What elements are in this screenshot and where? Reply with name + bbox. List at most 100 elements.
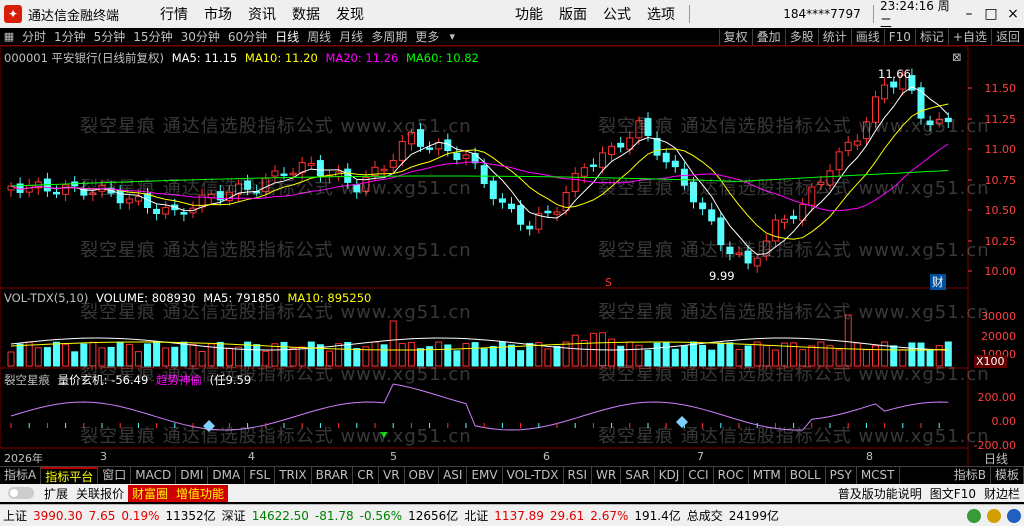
period-30min[interactable]: 30分钟 (177, 28, 224, 46)
menu-data[interactable]: 数据 (284, 4, 328, 24)
month-label: 4 (248, 450, 255, 463)
value-added-button[interactable]: 增值功能 (172, 484, 229, 502)
tab-cr[interactable]: CR (353, 467, 379, 484)
alert-icon[interactable] (987, 508, 1001, 523)
volume-bar (380, 344, 388, 367)
menu-function[interactable]: 功能 (507, 4, 551, 24)
menu-formula[interactable]: 公式 (595, 4, 639, 24)
minimize-icon[interactable]: – (958, 6, 980, 22)
volume-bar (371, 341, 379, 367)
month-label: 7 (697, 450, 704, 463)
tab-indicator-a[interactable]: 指标A (0, 467, 42, 484)
tab-rsi[interactable]: RSI (564, 467, 593, 484)
tab-sar[interactable]: SAR (621, 467, 655, 484)
candle-body (53, 191, 60, 195)
volume-bar (134, 351, 142, 367)
kline-chart[interactable] (0, 46, 1024, 466)
tab-emv[interactable]: EMV (467, 467, 503, 484)
sh-index-pct: 0.19% (121, 508, 160, 523)
menu-market[interactable]: 行情 (152, 4, 196, 24)
user-account[interactable]: 184****7797 (777, 7, 867, 21)
wealth-circle-button[interactable]: 财富圈 (128, 484, 173, 502)
tab-indicator-platform[interactable]: 指标平台 (41, 467, 99, 484)
f10-button[interactable]: F10 (883, 28, 915, 45)
menu-markets[interactable]: 市场 (196, 4, 240, 24)
period-1min[interactable]: 1分钟 (50, 28, 90, 46)
bj-index-name[interactable]: 北证 (464, 507, 488, 524)
extend-button[interactable]: 扩展 (40, 485, 72, 502)
period-60min[interactable]: 60分钟 (224, 28, 271, 46)
tab-kdj[interactable]: KDJ (655, 467, 685, 484)
tab-macd[interactable]: MACD (131, 467, 177, 484)
message-icon[interactable] (1007, 508, 1021, 523)
tab-boll[interactable]: BOLL (786, 467, 826, 484)
chevron-down-icon[interactable]: ▾ (443, 30, 461, 43)
period-weekly[interactable]: 周线 (303, 28, 335, 46)
tab-fsl[interactable]: FSL (245, 467, 276, 484)
chart-area[interactable]: 000001 平安银行(日线前复权) MA5: 11.15 MA10: 11.2… (0, 46, 1024, 466)
sh-index-name[interactable]: 上证 (3, 507, 27, 524)
tab-template[interactable]: 模板 (991, 467, 1024, 484)
menu-discover[interactable]: 发现 (328, 4, 372, 24)
close-icon[interactable]: × (1002, 6, 1024, 22)
tab-psy[interactable]: PSY (826, 467, 857, 484)
zoom-icon[interactable]: ⊠ (952, 50, 962, 64)
tab-brar[interactable]: BRAR (312, 467, 354, 484)
tab-dmi[interactable]: DMI (176, 467, 209, 484)
period-intraday[interactable]: 分时 (18, 28, 50, 46)
menu-news[interactable]: 资讯 (240, 4, 284, 24)
adjust-button[interactable]: 复权 (718, 28, 752, 45)
period-5min[interactable]: 5分钟 (90, 28, 130, 46)
tab-roc[interactable]: ROC (714, 467, 749, 484)
indicator-value-1: 量价玄机: -56.49 (57, 373, 149, 387)
menu-layout[interactable]: 版面 (551, 4, 595, 24)
period-15min[interactable]: 15分钟 (129, 28, 176, 46)
tab-mtm[interactable]: MTM (749, 467, 786, 484)
tab-indicator-b[interactable]: 指标B (950, 467, 991, 484)
tab-dma[interactable]: DMA (208, 467, 246, 484)
tab-obv[interactable]: OBV (405, 467, 440, 484)
overlay-button[interactable]: 叠加 (751, 28, 785, 45)
volume-bar (298, 346, 306, 367)
price-tick: 11.00 (984, 143, 1017, 156)
back-button[interactable]: 返回 (990, 28, 1024, 45)
tab-wr[interactable]: WR (592, 467, 622, 484)
add-watchlist-button[interactable]: +自选 (947, 28, 991, 45)
draw-button[interactable]: 画线 (850, 28, 884, 45)
volume-unit: X100 (974, 355, 1007, 368)
month-label: 3 (100, 450, 107, 463)
tab-cci[interactable]: CCI (684, 467, 714, 484)
candle-body (808, 186, 816, 206)
candle-body (690, 181, 697, 203)
tab-vol-tdx[interactable]: VOL-TDX (503, 467, 564, 484)
related-quote-button[interactable]: 关联报价 (72, 485, 128, 502)
tab-window[interactable]: 窗口 (98, 467, 132, 484)
grid-icon[interactable]: ▦ (0, 30, 18, 43)
maximize-icon[interactable]: □ (980, 6, 1002, 22)
period-daily[interactable]: 日线 (271, 28, 303, 46)
extension-toggle[interactable] (8, 487, 34, 499)
sidebar-link[interactable]: 财边栏 (980, 485, 1024, 502)
candle-body (853, 140, 861, 146)
volume-bar (262, 350, 270, 367)
period-more[interactable]: 更多 (411, 28, 443, 46)
volume-bar (580, 339, 588, 367)
mark-button[interactable]: 标记 (914, 28, 948, 45)
volume-bar (180, 341, 188, 367)
period-monthly[interactable]: 月线 (335, 28, 367, 46)
tab-trix[interactable]: TRIX (275, 467, 312, 484)
tab-mcst[interactable]: MCST (857, 467, 900, 484)
tab-vr[interactable]: VR (379, 467, 405, 484)
multi-stock-button[interactable]: 多股 (784, 28, 818, 45)
period-multi[interactable]: 多周期 (367, 28, 411, 46)
stats-button[interactable]: 统计 (817, 28, 851, 45)
volume-bar (944, 341, 952, 367)
tab-asi[interactable]: ASI (439, 467, 468, 484)
sz-index-name[interactable]: 深证 (222, 507, 246, 524)
volume-bar (62, 343, 70, 367)
f10-text-link[interactable]: 图文F10 (926, 485, 980, 502)
volume-bar (326, 350, 333, 367)
menu-options[interactable]: 选项 (639, 4, 683, 24)
finance-marker[interactable]: 财 (930, 274, 946, 290)
edition-help-link[interactable]: 普及版功能说明 (834, 485, 926, 502)
